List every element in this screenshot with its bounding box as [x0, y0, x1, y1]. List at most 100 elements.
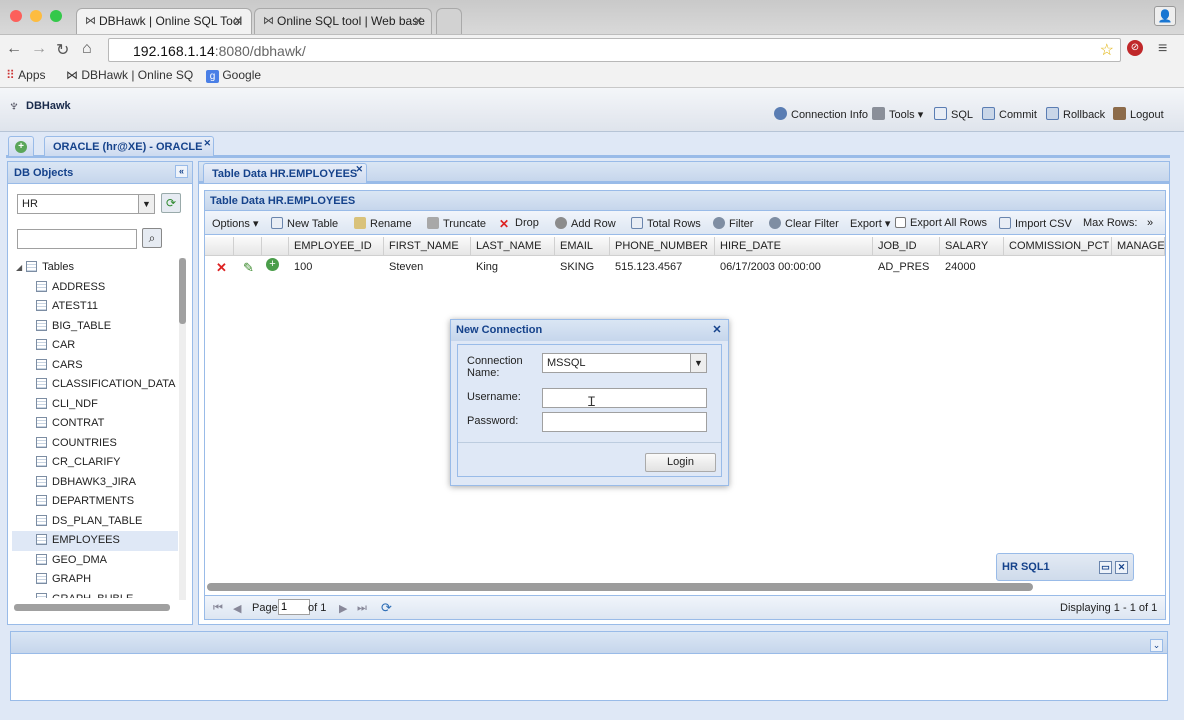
rename-button[interactable]: Rename [354, 217, 412, 230]
grid-hscrollbar[interactable] [207, 583, 1033, 591]
logout-button[interactable]: Logout [1113, 107, 1164, 121]
address-bar[interactable]: 192.168.1.14:8080/dbhawk/ ☆ [108, 38, 1121, 62]
new-table-button[interactable]: New Table [271, 217, 338, 230]
adblock-icon[interactable]: ⊘ [1127, 40, 1143, 56]
cell-hire-date[interactable]: 06/17/2003 00:00:00 [715, 257, 826, 277]
import-csv-button[interactable]: Import CSV [999, 217, 1072, 230]
home-icon[interactable]: ⌂ [82, 40, 92, 58]
col-phone-number[interactable]: PHONE_NUMBER [610, 237, 715, 256]
add-row-button[interactable]: Add Row [555, 217, 616, 230]
first-page-icon[interactable]: ⏮ [213, 602, 223, 615]
maximize-window-button[interactable] [50, 10, 62, 22]
tree-item-departments[interactable]: DEPARTMENTS [12, 492, 178, 512]
more-tools-button[interactable]: » [1147, 217, 1153, 229]
search-icon[interactable]: ⌕ [142, 228, 162, 248]
col-last-name[interactable]: LAST_NAME [471, 237, 555, 256]
cell-phone-number[interactable]: 515.123.4567 [610, 257, 687, 277]
tree-item-address[interactable]: ADDRESS [12, 278, 178, 298]
bookmark-google[interactable]: g Google [206, 68, 261, 83]
page-number-input[interactable] [278, 599, 310, 615]
edit-icon[interactable]: ✎ [238, 256, 259, 276]
close-icon[interactable]: ✕ [1115, 561, 1128, 574]
refresh-icon[interactable]: ⟳ [381, 600, 392, 616]
reload-icon[interactable]: ↻ [56, 40, 69, 60]
close-icon[interactable]: ✕ [711, 324, 723, 336]
tree-item-classification-data[interactable]: CLASSIFICATION_DATA [12, 375, 178, 395]
tab-table-data[interactable]: Table Data HR.EMPLOYEES ✕ [203, 163, 367, 183]
connection-info-button[interactable]: Connection Info [774, 107, 868, 121]
tree-item-cr-clarify[interactable]: CR_CLARIFY [12, 453, 178, 473]
schema-select[interactable]: HR ▼ [17, 194, 155, 214]
cell-last-name[interactable]: King [471, 257, 503, 277]
bookmark-dbhawk[interactable]: ⋈ DBHawk | Online SQ [66, 68, 193, 82]
tree-item-employees[interactable]: EMPLOYEES [12, 531, 178, 551]
back-icon[interactable]: ← [6, 40, 22, 58]
chevron-down-icon[interactable]: ▼ [690, 354, 706, 372]
tree-item-dbhawk3-jira[interactable]: DBHAWK3_JIRA [12, 473, 178, 493]
maximize-icon[interactable]: ▭ [1099, 561, 1112, 574]
cell-salary[interactable]: 24000 [940, 257, 981, 277]
tools-menu-button[interactable]: Tools ▾ [872, 107, 923, 121]
browser-tab-online-sql[interactable]: ⋈ Online SQL tool | Web base ✕ [254, 8, 432, 34]
options-menu-button[interactable]: Options ▾ [212, 217, 259, 230]
connection-tab[interactable]: ORACLE (hr@XE) - ORACLE ✕ [44, 136, 214, 156]
collapse-icon[interactable]: « [175, 165, 188, 178]
menu-icon[interactable]: ≡ [1158, 40, 1167, 58]
export-menu-button[interactable]: Export ▾ [850, 217, 890, 230]
add-connection-button[interactable]: + [8, 136, 34, 156]
new-tab-button[interactable] [436, 8, 462, 34]
col-email[interactable]: EMAIL [555, 237, 610, 256]
cell-email[interactable]: SKING [555, 257, 599, 277]
next-page-icon[interactable]: ▶ [339, 602, 347, 615]
forward-icon[interactable]: → [31, 40, 47, 58]
cell-employee-id[interactable]: 100 [289, 257, 317, 277]
close-tab-icon[interactable]: ✕ [233, 14, 243, 28]
refresh-icon[interactable]: ⟳ [161, 193, 181, 213]
username-field[interactable] [542, 388, 707, 408]
tree-item-geo-dma[interactable]: GEO_DMA [12, 551, 178, 571]
tree-item-car[interactable]: CAR [12, 336, 178, 356]
tree-item-ds-plan-table[interactable]: DS_PLAN_TABLE [12, 512, 178, 532]
tree-scrollbar[interactable] [179, 258, 186, 600]
col-first-name[interactable]: FIRST_NAME [384, 237, 471, 256]
user-icon[interactable]: 👤 [1154, 6, 1176, 26]
col-employee-id[interactable]: EMPLOYEE_ID [289, 237, 384, 256]
tree-hscrollbar[interactable] [14, 604, 170, 611]
hr-sql-window[interactable]: HR SQL1 ▭ ✕ [996, 553, 1134, 581]
tree-root-tables[interactable]: ◢ Tables [12, 258, 178, 278]
close-tab-icon[interactable]: ✕ [203, 138, 211, 149]
cell-job-id[interactable]: AD_PRES [873, 257, 934, 277]
close-window-button[interactable] [10, 10, 22, 22]
tree-item-contrat[interactable]: CONTRAT [12, 414, 178, 434]
star-icon[interactable]: ☆ [1100, 40, 1114, 60]
filter-button[interactable]: Filter [713, 217, 753, 230]
tree-item-graph-buble[interactable]: GRAPH_BUBLE [12, 590, 178, 598]
browser-tab-dbhawk[interactable]: ⋈ DBHawk | Online SQL Tool ✕ [76, 8, 252, 34]
login-button[interactable]: Login [645, 453, 716, 472]
tree-item-atest11[interactable]: ATEST11 [12, 297, 178, 317]
tree-item-graph[interactable]: GRAPH [12, 570, 178, 590]
rollback-button[interactable]: Rollback [1046, 107, 1105, 121]
sql-button[interactable]: SQL [934, 107, 973, 121]
minimize-window-button[interactable] [30, 10, 42, 22]
tree-item-cli-ndf[interactable]: CLI_NDF [12, 395, 178, 415]
tree-item-countries[interactable]: COUNTRIES [12, 434, 178, 454]
truncate-button[interactable]: Truncate [427, 217, 486, 230]
expand-icon[interactable]: ⌄ [1150, 639, 1163, 652]
export-all-rows-checkbox[interactable]: Export All Rows [895, 217, 987, 229]
commit-button[interactable]: Commit [982, 107, 1037, 121]
cell-first-name[interactable]: Steven [384, 257, 428, 277]
clear-filter-button[interactable]: Clear Filter [769, 217, 839, 230]
password-field[interactable] [542, 412, 707, 432]
col-manager[interactable]: MANAGE [1112, 237, 1165, 256]
connection-name-select[interactable]: MSSQL ▼ [542, 353, 707, 373]
table-search-input[interactable] [17, 229, 137, 249]
checkbox-icon[interactable] [895, 217, 906, 228]
last-page-icon[interactable]: ⏭ [357, 602, 367, 615]
col-hire-date[interactable]: HIRE_DATE [715, 237, 873, 256]
close-tab-icon[interactable]: ✕ [355, 164, 363, 175]
tree-item-cars[interactable]: CARS [12, 356, 178, 376]
close-tab-icon[interactable]: ✕ [413, 14, 423, 28]
col-job-id[interactable]: JOB_ID [873, 237, 940, 256]
total-rows-button[interactable]: Total Rows [631, 217, 701, 230]
